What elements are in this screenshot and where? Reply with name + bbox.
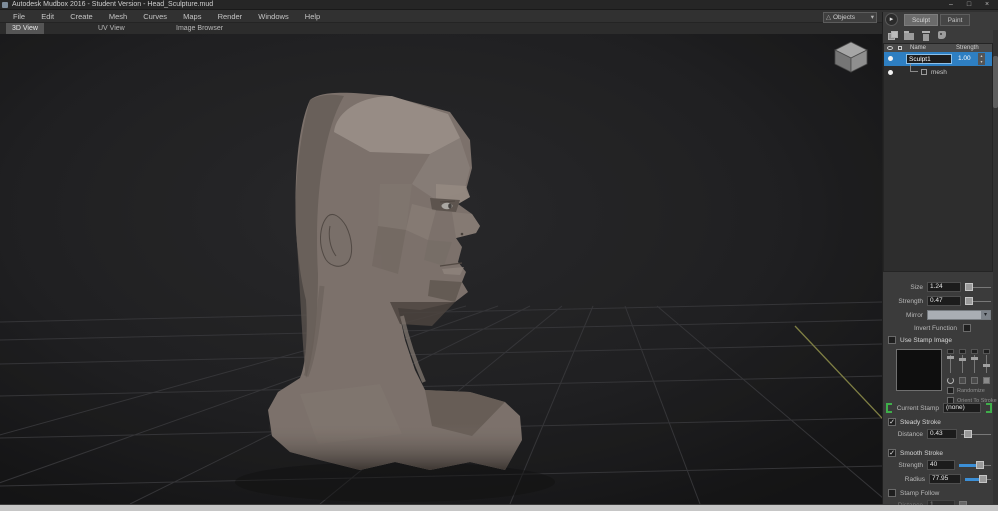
mudbox-window: Autodesk Mudbox 2016 - Student Version -… — [0, 0, 998, 511]
column-name: Name — [910, 45, 927, 51]
menu-curves[interactable]: Curves — [136, 10, 174, 23]
menu-edit[interactable]: Edit — [34, 10, 61, 23]
panel-collapse-button[interactable]: ▸ — [885, 13, 898, 26]
steady-stroke-checkbox[interactable]: ✓ — [888, 418, 896, 426]
mirror-dropdown[interactable]: ▾ — [927, 310, 991, 320]
size-label: Size — [910, 284, 923, 291]
smooth-strength-label: Strength — [898, 462, 923, 469]
distance-slider[interactable] — [961, 429, 991, 439]
lock-icon — [898, 46, 902, 50]
viewport-canvas — [0, 34, 951, 505]
mesh-cube-icon — [921, 69, 927, 75]
smooth-strength-field[interactable]: 40 — [927, 460, 955, 470]
app-icon — [2, 2, 8, 8]
layers-panel: ▸ Sculpt Paint Name Strength Sculpt1 1.0… — [882, 12, 998, 510]
panel-scrollbar[interactable] — [993, 30, 998, 504]
menu-file[interactable]: File — [6, 10, 32, 23]
new-layer-icon[interactable] — [888, 31, 899, 41]
stamp-option-button-2[interactable] — [971, 377, 978, 384]
layer-list-header: Name Strength — [884, 44, 992, 52]
triangle-icon: △ — [826, 14, 831, 21]
tab-sculpt-layers[interactable]: Sculpt — [904, 14, 938, 26]
steady-stroke-label: Steady Stroke — [900, 419, 941, 426]
stamp-tag-icon[interactable] — [937, 31, 948, 41]
stamp-follow-label: Stamp Follow — [900, 490, 940, 497]
objects-dropdown-label: Objects — [833, 14, 856, 21]
distance-label: Distance — [897, 431, 923, 438]
layer-strength-spinner[interactable]: ▴ ▾ — [978, 53, 985, 65]
size-field[interactable]: 1.24 — [927, 282, 961, 292]
folder-icon[interactable] — [904, 31, 915, 41]
use-stamp-label: Use Stamp Image — [900, 337, 953, 344]
bottom-edge-strip — [0, 505, 998, 511]
chevron-down-icon: ▾ — [981, 311, 990, 319]
mesh-item-label: mesh — [931, 69, 947, 76]
title-bar: Autodesk Mudbox 2016 - Student Version -… — [0, 0, 998, 10]
layer-name-input[interactable] — [906, 54, 952, 64]
strength-field[interactable]: 0.47 — [927, 296, 961, 306]
strength-label: Strength — [898, 298, 923, 305]
stamp-option-button-3[interactable] — [983, 377, 990, 384]
eye-icon — [887, 46, 893, 50]
layer-row-selected[interactable]: 1.00 ▴ ▾ — [884, 52, 992, 66]
tab-uv-view[interactable]: UV View — [92, 23, 131, 34]
stamp-follow-checkbox[interactable] — [888, 489, 896, 497]
minimize-button[interactable]: – — [944, 0, 958, 10]
layer-list: Name Strength 1.00 ▴ ▾ mesh — [883, 43, 993, 272]
layer-visibility-dot[interactable] — [888, 56, 893, 61]
mirror-label: Mirror — [906, 312, 923, 319]
trash-icon[interactable] — [921, 31, 932, 41]
window-title: Autodesk Mudbox 2016 - Student Version -… — [12, 1, 214, 8]
menu-create[interactable]: Create — [63, 10, 100, 23]
invert-function-checkbox[interactable] — [963, 324, 971, 332]
mesh-row[interactable]: mesh — [884, 64, 992, 79]
tab-3d-view[interactable]: 3D View — [6, 23, 44, 34]
chevron-down-icon: ▾ — [870, 14, 874, 21]
radius-field[interactable]: 77.95 — [929, 474, 961, 484]
current-stamp-field[interactable]: (none) — [943, 403, 981, 413]
check-icon: ✓ — [889, 419, 895, 426]
use-stamp-checkbox[interactable] — [888, 336, 896, 344]
tab-paint-layers[interactable]: Paint — [940, 14, 970, 26]
mesh-visibility-dot[interactable] — [888, 70, 893, 75]
tree-connector — [910, 64, 918, 72]
radius-label: Radius — [904, 476, 925, 483]
3d-viewport[interactable] — [0, 34, 951, 505]
viewport-tab-bar: 3D View UV View Image Browser — [0, 23, 882, 34]
check-icon: ✓ — [889, 450, 895, 457]
radius-slider[interactable] — [965, 474, 991, 484]
spinner-down-icon[interactable]: ▾ — [980, 59, 982, 64]
objects-dropdown[interactable]: △ Objects ▾ — [823, 12, 877, 23]
strength-slider[interactable] — [965, 296, 991, 306]
rotate-stamp-icon[interactable] — [947, 377, 954, 384]
menu-mesh[interactable]: Mesh — [102, 10, 134, 23]
prev-stamp-arrow[interactable] — [886, 403, 892, 413]
menu-windows[interactable]: Windows — [251, 10, 295, 23]
menu-maps[interactable]: Maps — [176, 10, 208, 23]
current-stamp-label: Current Stamp — [896, 405, 939, 412]
menu-help[interactable]: Help — [298, 10, 327, 23]
next-stamp-arrow[interactable] — [986, 403, 992, 413]
size-slider[interactable] — [965, 282, 991, 292]
vignette-overlay — [0, 34, 882, 504]
spinner-up-icon[interactable]: ▴ — [980, 53, 982, 58]
stamp-option-button-1[interactable] — [959, 377, 966, 384]
stamp-preview[interactable] — [896, 349, 942, 391]
distance-field[interactable]: 0.43 — [927, 429, 957, 439]
layer-strength-value[interactable]: 1.00 — [958, 55, 971, 62]
invert-function-label: Invert Function — [914, 325, 957, 332]
maximize-button[interactable]: □ — [962, 0, 976, 10]
smooth-strength-slider[interactable] — [959, 460, 991, 470]
close-button[interactable]: × — [980, 0, 994, 10]
randomize-label: Randomize — [957, 388, 985, 394]
smooth-stroke-label: Smooth Stroke — [900, 450, 943, 457]
viewcube[interactable] — [831, 38, 871, 74]
column-strength: Strength — [956, 45, 979, 51]
menu-render[interactable]: Render — [211, 10, 250, 23]
smooth-stroke-checkbox[interactable]: ✓ — [888, 449, 896, 457]
tab-image-browser[interactable]: Image Browser — [170, 23, 229, 34]
randomize-checkbox[interactable] — [947, 387, 954, 394]
panel-scrollbar-thumb[interactable] — [993, 56, 998, 108]
